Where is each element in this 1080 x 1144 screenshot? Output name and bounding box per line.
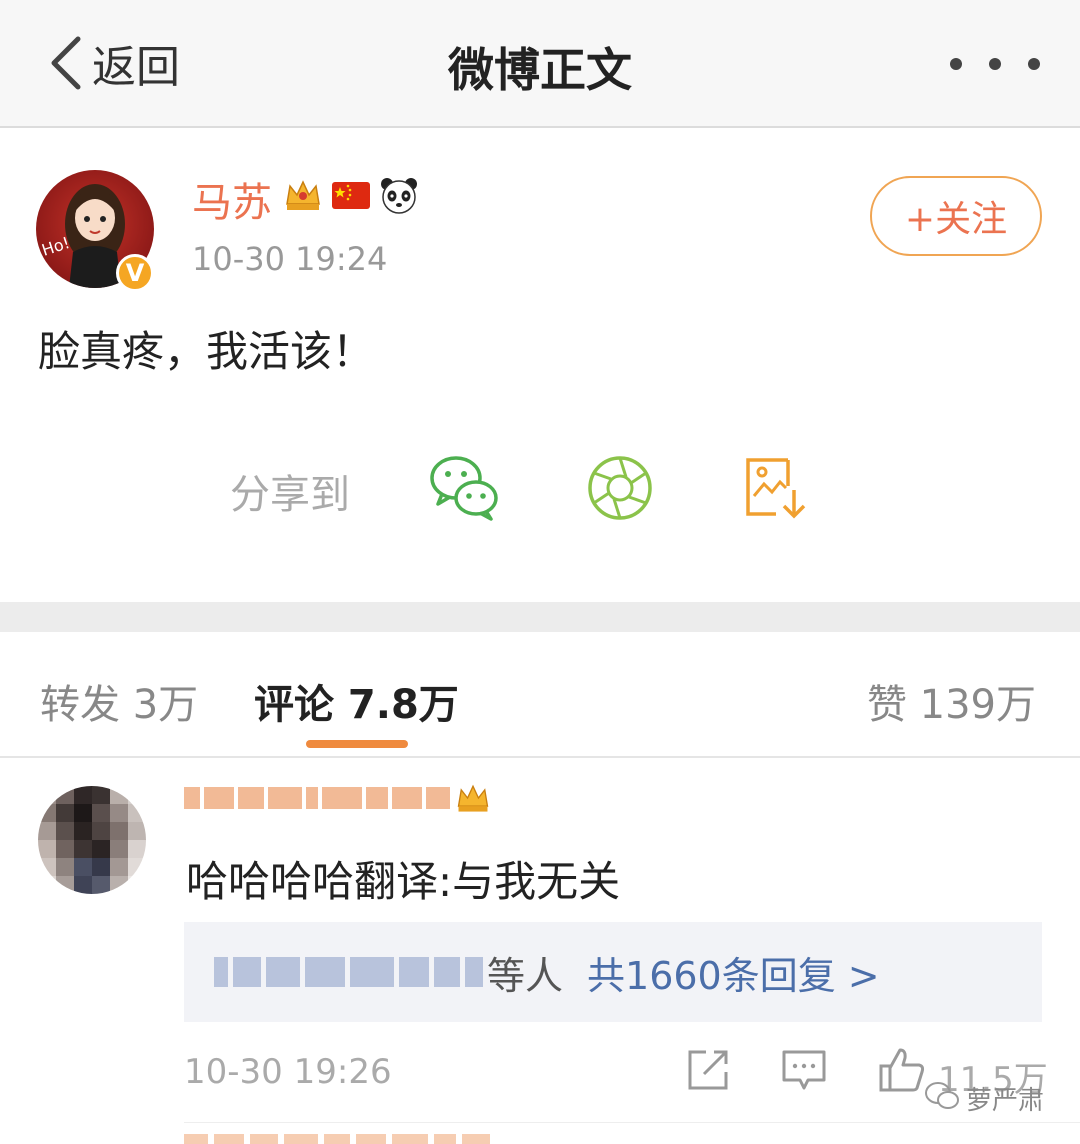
section-divider [0, 602, 1080, 632]
wechat-watermark-icon [924, 1080, 960, 1117]
china-flag-icon [330, 174, 372, 216]
comment-text: 哈哈哈哈翻译:与我无关 [186, 857, 621, 906]
tab-likes[interactable]: 赞 139万 [867, 672, 1036, 730]
panda-icon [378, 174, 420, 216]
share-label: 分享到 [230, 472, 350, 518]
crown-icon [282, 174, 324, 216]
user-badges [282, 174, 420, 216]
svg-text:Ho!: Ho! [39, 233, 72, 260]
comment-icon[interactable] [780, 1046, 828, 1094]
reply-usernames-blurred [214, 957, 483, 987]
share-icon[interactable] [684, 1046, 732, 1094]
more-options-icon[interactable] [950, 44, 1040, 84]
follow-button[interactable]: +关注 [870, 176, 1042, 256]
post-timestamp: 10-30 19:24 [192, 240, 388, 278]
interaction-tabs: 转发 3万 评论 7.8万 赞 139万 [0, 632, 1080, 758]
watermark: 萝严肃 [924, 1080, 1044, 1117]
save-image-icon[interactable] [740, 452, 812, 524]
reply-summary[interactable]: 等人 共1660条回复 > [184, 922, 1042, 1022]
active-tab-indicator [306, 740, 408, 748]
watermark-text: 萝严肃 [966, 1086, 1045, 1116]
tab-comments[interactable]: 评论 7.8万 [254, 672, 459, 730]
tab-repost[interactable]: 转发 3万 [40, 672, 198, 730]
comment-user-crown-icon [454, 779, 492, 817]
post-username[interactable]: 马苏 [192, 170, 272, 228]
moments-icon[interactable] [584, 452, 656, 524]
comment-divider [184, 1122, 1080, 1123]
verified-badge-icon: V [116, 254, 154, 292]
wechat-icon[interactable] [428, 452, 500, 524]
comment-username-blurred[interactable] [184, 778, 492, 818]
nav-bar: 返回 微博正文 [0, 0, 1080, 128]
reply-person-suffix: 等人 [487, 953, 564, 998]
comment-timestamp: 10-30 19:26 [184, 1052, 392, 1092]
post-text: 脸真疼，我活该！ [38, 327, 375, 376]
reply-count-link[interactable]: 共1660条回复 > [587, 945, 880, 1000]
page-title: 微博正文 [448, 43, 632, 97]
thumbs-up-icon[interactable] [878, 1046, 926, 1094]
comment-avatar[interactable] [38, 786, 146, 894]
